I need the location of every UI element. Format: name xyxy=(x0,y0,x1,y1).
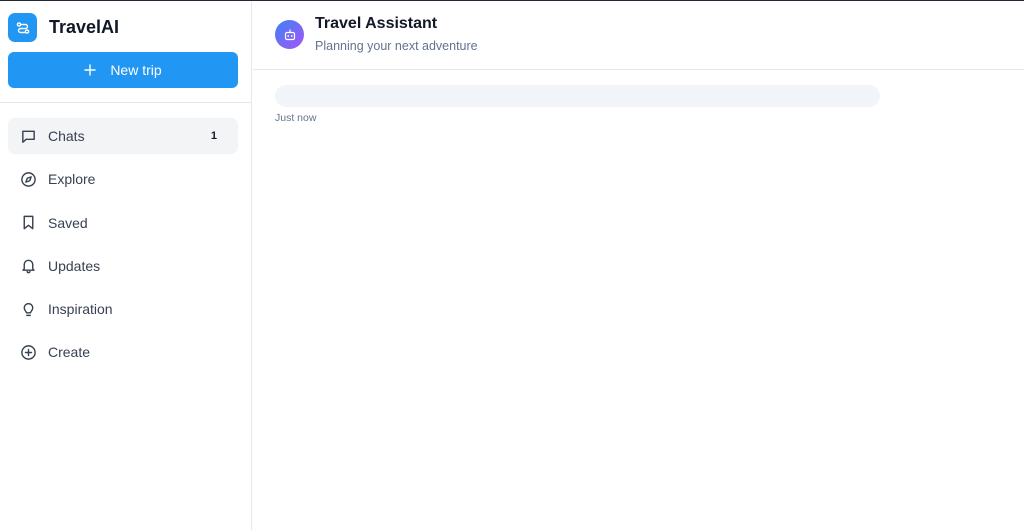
new-trip-button[interactable]: New trip xyxy=(8,52,238,88)
sidebar-item-label: Create xyxy=(48,344,91,361)
chat-header: Travel Assistant Planning your next adve… xyxy=(253,2,1024,70)
chat-panel: Travel Assistant Planning your next adve… xyxy=(253,2,1024,530)
bookmark-icon xyxy=(19,214,37,232)
sidebar-item-explore[interactable]: Explore xyxy=(8,161,238,197)
new-trip-label: New trip xyxy=(110,62,162,78)
sidebar-nav: Chats 1 Explore Saved Updates Inspiratio… xyxy=(8,118,238,378)
plus-circle-icon xyxy=(19,343,37,361)
sidebar-item-label: Chats xyxy=(48,128,85,144)
sidebar-item-label: Explore xyxy=(48,171,96,188)
message-bubble xyxy=(275,85,880,107)
sidebar-item-chats[interactable]: Chats 1 xyxy=(8,118,238,154)
lightbulb-icon xyxy=(19,300,37,318)
compass-icon xyxy=(19,170,37,188)
chat-icon xyxy=(19,127,37,145)
sidebar-item-updates[interactable]: Updates xyxy=(8,248,238,284)
sidebar-item-create[interactable]: Create xyxy=(8,334,238,370)
brand[interactable]: TravelAI xyxy=(8,13,119,42)
sidebar-divider xyxy=(0,102,252,103)
message-timestamp: Just now xyxy=(275,112,317,124)
bot-icon xyxy=(275,20,304,49)
sidebar-item-label: Saved xyxy=(48,214,88,231)
app-name: TravelAI xyxy=(49,17,120,37)
chat-title: Travel Assistant xyxy=(315,15,438,32)
chats-count-badge: 1 xyxy=(210,130,217,142)
sidebar-item-saved[interactable]: Saved xyxy=(8,205,238,241)
sidebar: TravelAI New trip Chats 1 Explore Saved xyxy=(0,2,252,530)
bell-icon xyxy=(19,257,37,275)
sidebar-item-inspiration[interactable]: Inspiration xyxy=(8,291,238,327)
chat-subtitle: Planning your next adventure xyxy=(315,39,478,53)
sidebar-item-label: Inspiration xyxy=(48,301,113,318)
route-icon xyxy=(8,13,37,42)
sidebar-item-label: Updates xyxy=(48,257,101,274)
plus-icon xyxy=(84,64,97,76)
